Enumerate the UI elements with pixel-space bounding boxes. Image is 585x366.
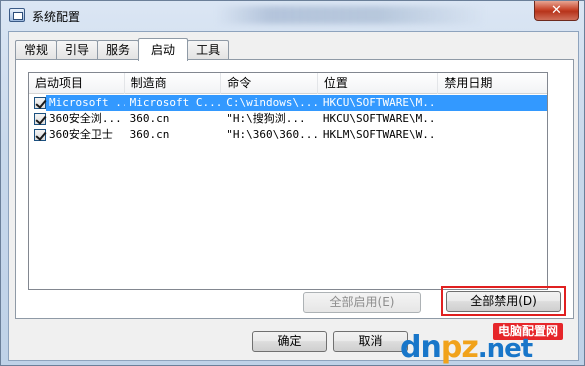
item-checkbox[interactable] [34, 97, 46, 109]
item-manufacturer: 360.cn [129, 128, 170, 141]
item-command: "H:\搜狗浏... [226, 112, 306, 125]
column-header-manufacturer[interactable]: 制造商 [125, 73, 222, 94]
msconfig-app-icon [9, 8, 25, 22]
list-header: 启动项目 制造商 命令 位置 禁用日期 [29, 73, 547, 94]
item-location: HKLM\SOFTWARE\W... [322, 128, 439, 141]
column-header-command[interactable]: 命令 [221, 73, 318, 94]
column-header-startup-item[interactable]: 启动项目 [29, 73, 125, 94]
item-command: "H:\360\360... [226, 128, 318, 141]
column-header-disabled-date[interactable]: 禁用日期 [438, 73, 547, 94]
item-checkbox[interactable] [34, 129, 46, 141]
tab-startup[interactable]: 启动 [138, 38, 189, 61]
blurred-title-region [216, 6, 486, 24]
list-item[interactable]: 360安全浏... 360.cn "H:\搜狗浏... HKCU\SOFTWAR… [29, 111, 547, 127]
system-config-window: 系统配置 ✕ 常规 引导 服务 启动 工具 启动项目 制造商 命令 位置 禁用日… [0, 0, 585, 366]
startup-items-list[interactable]: 启动项目 制造商 命令 位置 禁用日期 Microsoft ... Micros… [28, 72, 548, 290]
item-disabled-date [438, 111, 547, 127]
item-name: 360安全卫士 [49, 128, 113, 141]
tab-strip: 常规 引导 服务 启动 工具 [15, 38, 230, 61]
column-header-location[interactable]: 位置 [318, 73, 439, 94]
item-location: HKCU\SOFTWARE\M... [322, 112, 439, 125]
close-icon: ✕ [551, 3, 562, 18]
item-command: C:\windows\... [221, 95, 318, 111]
item-disabled-date [438, 95, 547, 111]
close-button[interactable]: ✕ [534, 1, 579, 21]
window-title: 系统配置 [32, 10, 81, 24]
enable-all-button[interactable]: 全部启用(E) [303, 292, 421, 313]
title-bar[interactable]: 系统配置 ✕ [1, 1, 584, 31]
item-location: HKCU\SOFTWARE\M... [317, 95, 439, 111]
disable-all-button[interactable]: 全部禁用(D) [446, 291, 561, 312]
watermark-text: dnpz.net [400, 330, 533, 365]
dialog-client-area: 常规 引导 服务 启动 工具 启动项目 制造商 命令 位置 禁用日期 Micro… [8, 31, 579, 361]
startup-tab-panel: 启动项目 制造商 命令 位置 禁用日期 Microsoft ... Micros… [15, 59, 574, 319]
cancel-button[interactable]: 取消 [333, 331, 408, 352]
tab-boot[interactable]: 引导 [56, 40, 99, 60]
tab-tools[interactable]: 工具 [187, 40, 230, 60]
item-manufacturer: Microsoft C... [124, 95, 222, 111]
tab-services[interactable]: 服务 [97, 40, 140, 60]
list-item[interactable]: 360安全卫士 360.cn "H:\360\360... HKLM\SOFTW… [29, 127, 547, 143]
list-item[interactable]: Microsoft ... Microsoft C... C:\windows\… [29, 95, 547, 111]
list-rows: Microsoft ... Microsoft C... C:\windows\… [29, 95, 547, 143]
tab-general[interactable]: 常规 [15, 40, 58, 60]
item-checkbox[interactable] [34, 113, 46, 125]
item-name: Microsoft ... [49, 96, 125, 109]
watermark-logo: 电脑配置网 dnpz.net [400, 321, 585, 366]
item-name: 360安全浏... [49, 112, 122, 125]
item-disabled-date [438, 127, 547, 143]
item-manufacturer: 360.cn [129, 112, 170, 125]
ok-button[interactable]: 确定 [252, 331, 327, 352]
